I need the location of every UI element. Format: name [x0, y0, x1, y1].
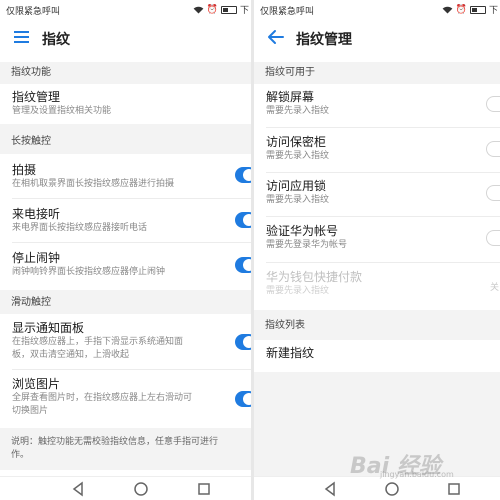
app-bar: 指纹管理: [254, 18, 500, 56]
notification-panel-item[interactable]: 显示通知面板 在指纹感应器上，手指下滑显示系统通知面 板，双击清空通知，上滑收起: [0, 321, 251, 362]
item-title: 指纹管理: [12, 90, 61, 104]
time-text: 下: [239, 6, 249, 16]
wallet-status-value: 关: [489, 283, 499, 293]
huawei-account-item[interactable]: 验证华为帐号 需要先登录华为帐号: [254, 224, 500, 252]
section-header: 指纹功能: [0, 62, 251, 84]
item-title: 华为钱包快捷付款: [266, 270, 363, 284]
item-title: 显示通知面板: [12, 321, 85, 335]
divider: [12, 369, 251, 370]
home-circle-icon[interactable]: [133, 481, 149, 497]
divider: [266, 216, 500, 217]
item-title: 访问应用锁: [266, 179, 327, 193]
item-title: 访问保密柜: [266, 135, 327, 149]
time-text: 下: [488, 6, 498, 16]
carrier-status: 仅限紧急呼叫: [6, 7, 61, 17]
status-bar: 仅限紧急呼叫 ⏰ 下: [0, 0, 251, 18]
app-bar: 指纹: [0, 18, 251, 56]
item-title: 解锁屏幕: [266, 90, 315, 104]
system-nav-bar: [0, 476, 251, 500]
recents-square-icon[interactable]: [196, 481, 212, 497]
item-subtitle-line2: 切换图片: [12, 406, 49, 416]
section-label: 长按触控: [11, 136, 51, 147]
note-line2: 作。: [11, 450, 30, 460]
app-lock-item[interactable]: 访问应用锁 需要先录入指纹: [254, 179, 500, 207]
item-title: 验证华为帐号: [266, 224, 339, 238]
item-subtitle: 来电界面长按指纹感应器接听电话: [12, 223, 148, 233]
menu-icon[interactable]: [12, 27, 32, 47]
section-label: 指纹可用于: [265, 67, 315, 78]
section-label: 指纹列表: [265, 320, 305, 331]
section-header: 长按触控: [0, 124, 251, 154]
divider: [12, 198, 251, 199]
item-subtitle-line1: 全屏查看图片时，在指纹感应器上左右滑动可: [12, 393, 193, 403]
wifi-icon: [442, 6, 453, 14]
item-subtitle: 需要先登录华为帐号: [266, 240, 348, 250]
divider: [12, 242, 251, 243]
alarm-icon: ⏰: [206, 4, 218, 15]
section-header: 指纹列表: [254, 310, 500, 340]
huawei-wallet-pay-item: 华为钱包快捷付款 需要先录入指纹: [254, 270, 500, 298]
section-header: 指纹可用于: [254, 62, 500, 84]
section-label: 指纹功能: [11, 67, 51, 78]
fingerprint-management-item[interactable]: 指纹管理 管理及设置指纹相关功能: [0, 90, 251, 118]
new-fingerprint-item[interactable]: 新建指纹: [254, 346, 500, 361]
item-subtitle: 管理及设置指纹相关功能: [12, 106, 112, 116]
item-subtitle: 需要先录入指纹: [266, 286, 330, 296]
item-subtitle-line2: 板，双击清空通知，上滑收起: [12, 350, 130, 360]
item-title: 来电接听: [12, 207, 61, 221]
capture-photo-toggle[interactable]: [235, 167, 251, 183]
notification-panel-toggle[interactable]: [235, 334, 251, 350]
wifi-icon: [193, 6, 204, 14]
stop-alarm-item[interactable]: 停止闹钟 闹钟响铃界面长按指纹感应器停止闹钟: [0, 251, 251, 279]
item-subtitle: 需要先录入指纹: [266, 195, 330, 205]
item-title: 停止闹钟: [12, 251, 61, 265]
item-title: 新建指纹: [266, 346, 315, 360]
status-bar: 仅限紧急呼叫 ⏰ 下: [254, 0, 500, 18]
watermark-logo: Bai 经验 jingyan.baidu.com: [350, 448, 454, 480]
answer-call-item[interactable]: 来电接听 来电界面长按指纹感应器接听电话: [0, 207, 251, 235]
browse-photos-toggle[interactable]: [235, 391, 251, 407]
fingerprint-settings-screen: 仅限紧急呼叫 ⏰ 下 指纹 指纹功能 指纹管理 管理及设置指纹相关功能 长按触控…: [0, 0, 251, 500]
section-label: 滑动触控: [11, 297, 51, 308]
divider: [266, 172, 500, 173]
back-triangle-icon[interactable]: [322, 481, 338, 497]
fingerprint-management-screen: 仅限紧急呼叫 ⏰ 下 指纹管理 指纹可用于 解锁屏幕 需要先录入指纹 访问保密柜…: [254, 0, 500, 500]
safe-vault-item[interactable]: 访问保密柜 需要先录入指纹: [254, 135, 500, 163]
huawei-account-toggle[interactable]: [486, 230, 500, 246]
divider: [266, 262, 500, 263]
stop-alarm-toggle[interactable]: [235, 257, 251, 273]
item-subtitle: 需要先录入指纹: [266, 106, 330, 116]
item-subtitle: 在相机取景界面长按指纹感应器进行拍摄: [12, 179, 175, 189]
back-triangle-icon[interactable]: [70, 481, 86, 497]
alarm-icon: ⏰: [455, 4, 467, 15]
item-subtitle: 需要先录入指纹: [266, 151, 330, 161]
browse-photos-item[interactable]: 浏览图片 全屏查看图片时，在指纹感应器上左右滑动可 切换图片: [0, 377, 251, 418]
item-subtitle-line1: 在指纹感应器上，手指下滑显示系统通知面: [12, 337, 184, 347]
page-title: 指纹: [42, 32, 70, 48]
battery-icon: [220, 5, 237, 14]
battery-icon: [469, 5, 486, 14]
unlock-screen-item[interactable]: 解锁屏幕 需要先录入指纹: [254, 90, 500, 118]
unlock-screen-toggle[interactable]: [486, 96, 500, 112]
section-header: 滑动触控: [0, 290, 251, 314]
app-lock-toggle[interactable]: [486, 185, 500, 201]
item-subtitle: 闹钟响铃界面长按指纹感应器停止闹钟: [12, 267, 166, 277]
item-title: 浏览图片: [12, 377, 61, 391]
page-title: 指纹管理: [296, 32, 352, 48]
safe-vault-toggle[interactable]: [486, 141, 500, 157]
note-line1: 说明：触控功能无需校验指纹信息，任意手指可进行: [11, 437, 219, 447]
note-section: 说明：触控功能无需校验指纹信息，任意手指可进行 作。: [0, 428, 251, 470]
capture-photo-item[interactable]: 拍摄 在相机取景界面长按指纹感应器进行拍摄: [0, 163, 251, 191]
item-title: 拍摄: [12, 163, 37, 177]
divider: [266, 127, 500, 128]
home-circle-icon[interactable]: [384, 481, 400, 497]
carrier-status: 仅限紧急呼叫: [260, 7, 315, 17]
recents-square-icon[interactable]: [446, 481, 462, 497]
back-arrow-icon[interactable]: [266, 27, 286, 47]
watermark-url: jingyan.baidu.com: [380, 470, 454, 479]
answer-call-toggle[interactable]: [235, 212, 251, 228]
